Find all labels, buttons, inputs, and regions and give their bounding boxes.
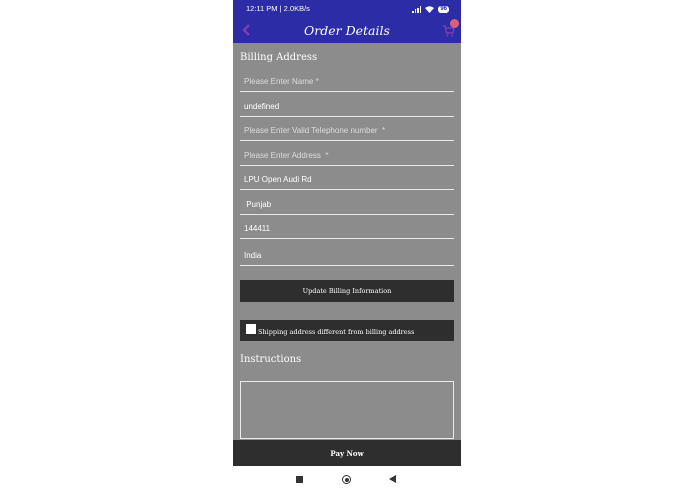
phone-screen: 12:11 PM | 2.0KB/s 96 Order Details Bill… [233,0,461,494]
system-nav-bar [233,466,461,494]
field-2[interactable] [240,97,454,117]
battery-icon: 96 [438,5,449,13]
wifi-icon [425,5,435,13]
cart-badge [450,19,459,28]
app-bar: Order Details [233,18,461,43]
signal-icon [412,5,422,13]
country-field[interactable] [240,246,454,266]
nav-back-icon[interactable] [389,475,396,483]
status-bar: 12:11 PM | 2.0KB/s 96 [233,0,461,18]
home-icon[interactable] [342,475,351,484]
recent-apps-icon[interactable] [296,476,303,483]
order-form: Billing Address Update Billing Informati… [233,43,461,440]
telephone-field[interactable] [240,121,454,141]
street-field[interactable] [240,170,454,190]
shipping-checkbox-label: Shipping address different from billing … [258,328,415,336]
pay-now-button[interactable]: Pay Now [233,440,461,466]
system-icons: 96 [412,0,449,18]
instructions-textarea[interactable] [240,381,454,439]
status-time: 12:11 PM | 2.0KB/s [246,4,310,13]
name-field[interactable] [240,72,454,92]
state-field[interactable] [240,195,454,215]
page-title: Order Details [304,23,390,38]
billing-address-heading: Billing Address [240,52,318,63]
shipping-checkbox[interactable] [246,324,256,334]
postal-code-field[interactable] [240,219,454,239]
instructions-heading: Instructions [240,354,302,365]
update-billing-button[interactable]: Update Billing Information [240,280,454,302]
address-field[interactable] [240,146,454,166]
shipping-checkbox-row[interactable]: Shipping address different from billing … [240,320,454,341]
